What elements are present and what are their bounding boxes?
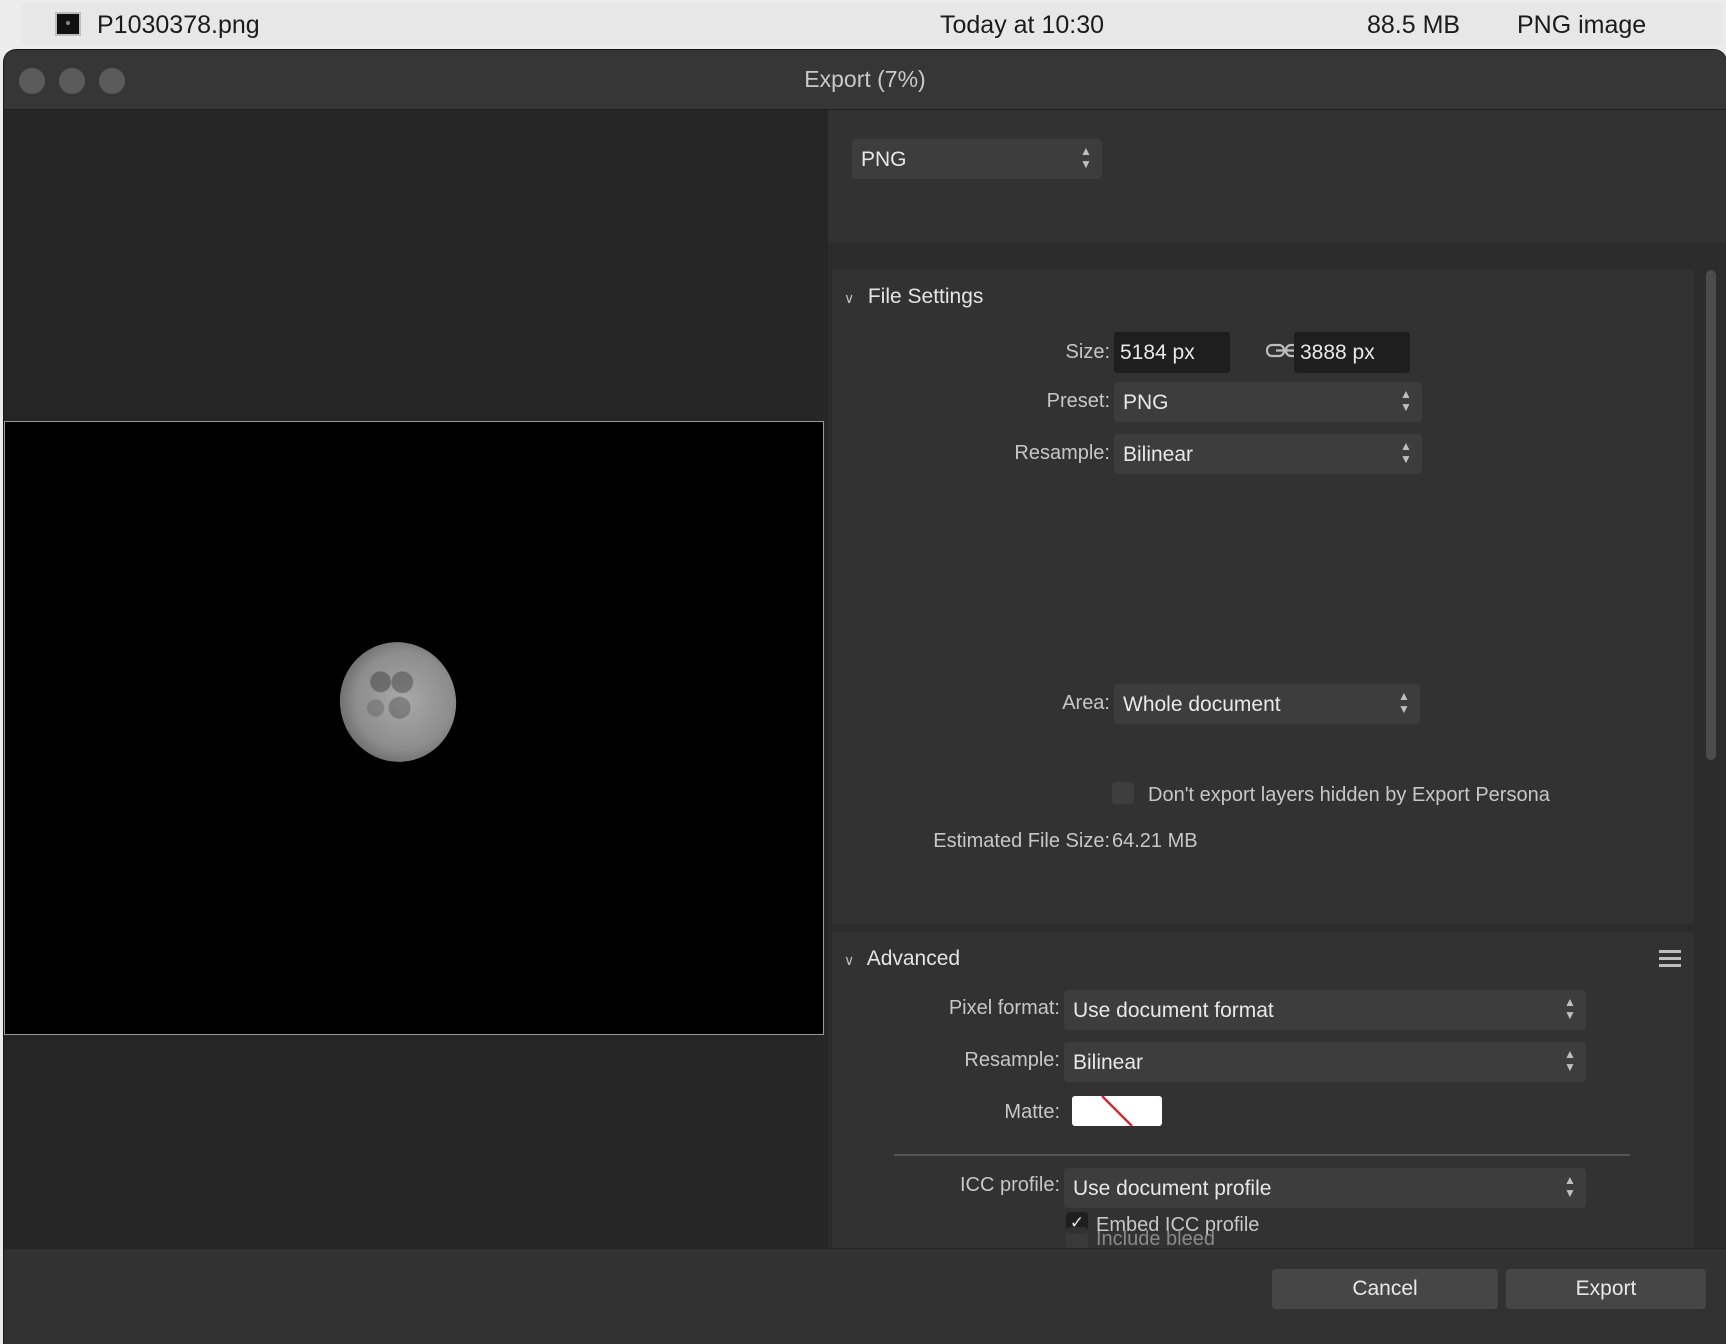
- hamburger-menu-icon[interactable]: [1659, 950, 1681, 970]
- export-button[interactable]: Export: [1506, 1269, 1706, 1309]
- dialog-button-bar: Cancel Export: [4, 1248, 1726, 1344]
- pixel-format-select[interactable]: Use document format ▲ ▼: [1064, 990, 1586, 1030]
- png-file-icon: [55, 12, 81, 36]
- pixel-format-select-value: Use document format: [1073, 999, 1274, 1022]
- file-settings-section: ∨ File Settings Size: 5184 px 3888 px Pr…: [832, 270, 1694, 924]
- section-divider: [894, 1154, 1630, 1156]
- updown-chevron-icon: ▲ ▼: [1564, 1047, 1576, 1074]
- file-name: P1030378.png: [97, 11, 260, 39]
- finder-file-row[interactable]: P1030378.png Today at 10:30 88.5 MB PNG …: [22, 3, 1722, 45]
- scrollbar-thumb[interactable]: [1706, 270, 1716, 760]
- pixel-format-label: Pixel format:: [948, 997, 1060, 1019]
- include-bleed-row: Include bleed: [1064, 1225, 1284, 1248]
- disclosure-chevron-icon: ∨: [844, 290, 855, 306]
- icc-profile-label: ICC profile:: [959, 1174, 1060, 1196]
- window-title: Export (7%): [804, 66, 926, 92]
- resample-select[interactable]: Bilinear ▲ ▼: [1114, 434, 1422, 474]
- resample-select-value: Bilinear: [1123, 443, 1194, 466]
- preview-image: [4, 421, 824, 1035]
- updown-chevron-icon: ▲ ▼: [1400, 439, 1412, 466]
- advanced-resample-select-value: Bilinear: [1073, 1051, 1144, 1074]
- area-select[interactable]: Whole document ▲ ▼: [1114, 684, 1420, 724]
- width-field[interactable]: 5184 px: [1114, 332, 1230, 373]
- file-settings-title: File Settings: [867, 285, 984, 308]
- include-bleed-checkbox-visual[interactable]: [1066, 1227, 1088, 1248]
- advanced-section: ∨ Advanced Pixel format: Use document fo…: [832, 932, 1694, 1248]
- file-settings-header[interactable]: ∨ File Settings: [844, 285, 983, 309]
- file-date: Today at 10:30: [940, 11, 1105, 39]
- include-bleed-label[interactable]: Include bleed: [1096, 1228, 1215, 1248]
- estimated-size-label: Estimated File Size:: [933, 830, 1110, 852]
- matte-color-swatch[interactable]: [1072, 1096, 1162, 1126]
- format-area: PNG ▲ ▼: [828, 110, 1726, 242]
- area-select-value: Whole document: [1123, 693, 1281, 716]
- settings-panel: PNG ▲ ▼ ∨ File Settings Size: 5184 px 388…: [828, 110, 1726, 1302]
- preset-label: Preset:: [1046, 390, 1110, 412]
- export-dialog: Export (7%) PNG ▲ ▼ ∨ File Settings Size:…: [4, 50, 1726, 1344]
- disclosure-chevron-icon: ∨: [844, 952, 855, 968]
- advanced-resample-label: Resample:: [964, 1049, 1060, 1071]
- updown-chevron-icon: ▲ ▼: [1080, 144, 1092, 171]
- matte-label: Matte:: [1004, 1101, 1060, 1123]
- updown-chevron-icon: ▲ ▼: [1398, 689, 1410, 716]
- no-color-icon: [1101, 1096, 1133, 1126]
- preset-select-value: PNG: [1123, 391, 1169, 414]
- area-label: Area:: [1062, 692, 1110, 714]
- hidden-layers-checkbox[interactable]: [1112, 782, 1134, 804]
- settings-scrollbar[interactable]: [1698, 260, 1722, 1248]
- updown-chevron-icon: ▲ ▼: [1400, 387, 1412, 414]
- advanced-header[interactable]: ∨ Advanced: [844, 947, 960, 971]
- icc-profile-select[interactable]: Use document profile ▲ ▼: [1064, 1168, 1586, 1208]
- moon-image: [326, 629, 470, 775]
- cancel-button[interactable]: Cancel: [1272, 1269, 1498, 1309]
- format-select[interactable]: PNG ▲ ▼: [852, 139, 1102, 179]
- hidden-layers-label[interactable]: Don't export layers hidden by Export Per…: [1148, 784, 1550, 807]
- resample-label: Resample:: [1014, 442, 1110, 464]
- format-select-value: PNG: [861, 148, 907, 171]
- updown-chevron-icon: ▲ ▼: [1564, 1173, 1576, 1200]
- file-size: 88.5 MB: [1367, 11, 1461, 39]
- export-preview-pane[interactable]: [4, 110, 828, 1248]
- advanced-title: Advanced: [866, 947, 961, 970]
- advanced-resample-select[interactable]: Bilinear ▲ ▼: [1064, 1042, 1586, 1082]
- estimated-size-value: 64.21 MB: [1112, 830, 1198, 852]
- height-field[interactable]: 3888 px: [1294, 332, 1410, 373]
- file-kind: PNG image: [1517, 11, 1647, 39]
- icc-profile-select-value: Use document profile: [1073, 1177, 1272, 1200]
- updown-chevron-icon: ▲ ▼: [1564, 995, 1576, 1022]
- size-label: Size:: [1065, 341, 1110, 363]
- preset-select[interactable]: PNG ▲ ▼: [1114, 382, 1422, 422]
- title-bar: Export (7%): [4, 50, 1726, 110]
